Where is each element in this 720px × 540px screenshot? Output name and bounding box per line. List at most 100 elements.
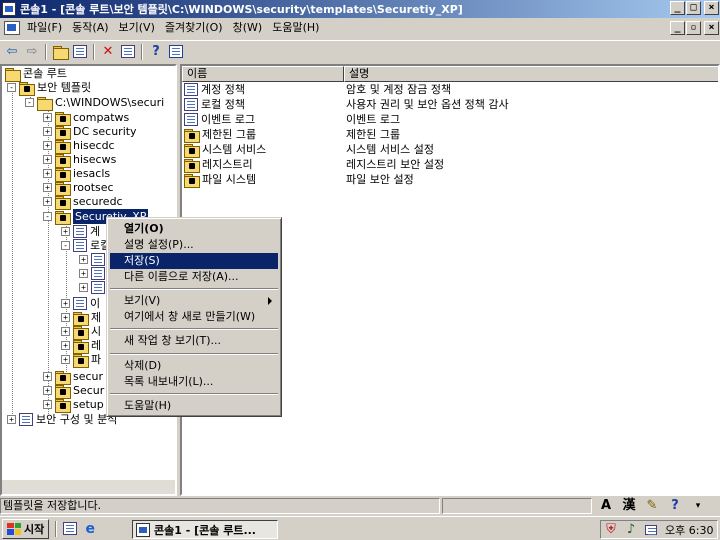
expand-toggle[interactable]: + bbox=[61, 299, 70, 308]
menu-item-save[interactable]: 저장(S) bbox=[110, 253, 278, 269]
expand-toggle[interactable]: + bbox=[43, 386, 52, 395]
tree-item-template[interactable]: + compatws bbox=[43, 110, 129, 126]
expand-toggle[interactable]: + bbox=[61, 341, 70, 350]
network-icon[interactable] bbox=[641, 521, 661, 539]
show-desktop-icon[interactable] bbox=[60, 520, 80, 538]
expand-toggle[interactable]: + bbox=[43, 155, 52, 164]
list-item[interactable]: 로컬 정책 bbox=[184, 97, 245, 112]
tree-item-grandchild[interactable]: + bbox=[79, 280, 108, 295]
start-button[interactable]: 시작 bbox=[2, 518, 50, 539]
menu-item-export-list[interactable]: 목록 내보내기(L)... bbox=[110, 374, 278, 390]
tree-item-child[interactable]: - 로컬 bbox=[61, 238, 110, 253]
menu-item-save-as[interactable]: 다른 이름으로 저장(A)... bbox=[110, 269, 278, 285]
minimize-button[interactable]: _ bbox=[670, 1, 685, 15]
properties-icon[interactable] bbox=[118, 43, 138, 61]
expand-toggle[interactable]: + bbox=[79, 255, 88, 264]
tree-item-template[interactable]: + securedc bbox=[43, 194, 123, 210]
tree-item-template[interactable]: + hisecdc bbox=[43, 138, 115, 154]
tree-horizontal-scrollbar[interactable] bbox=[2, 480, 175, 494]
collapse-toggle[interactable]: - bbox=[43, 212, 52, 221]
tree-item-child[interactable]: + 제 bbox=[61, 310, 101, 326]
inner-restore-button[interactable]: ▫ bbox=[686, 21, 701, 35]
list-item[interactable]: 제한된 그룹 bbox=[184, 127, 256, 143]
tree-item-grandchild[interactable]: + bbox=[79, 266, 108, 281]
back-icon[interactable]: ⇦ bbox=[2, 43, 22, 61]
menu-item-open[interactable]: 열기(O) bbox=[110, 221, 278, 237]
tree-item-console-root[interactable]: 콘솔 루트 bbox=[5, 66, 67, 82]
delete-icon[interactable]: ✕ bbox=[98, 43, 118, 61]
tree-item-template[interactable]: + setup bbox=[43, 397, 104, 413]
inner-minimize-button[interactable]: _ bbox=[670, 21, 685, 35]
expand-toggle[interactable]: + bbox=[43, 400, 52, 409]
tree-item-template[interactable]: + iesacls bbox=[43, 166, 110, 182]
tree-item-template[interactable]: + hisecws bbox=[43, 152, 116, 168]
column-header-description[interactable]: 설명 bbox=[344, 66, 718, 82]
internet-explorer-icon[interactable]: e bbox=[80, 520, 100, 538]
up-folder-icon[interactable] bbox=[50, 43, 70, 61]
tree-item-path[interactable]: - C:\WINDOWS\securi bbox=[25, 95, 164, 111]
tree-item-child[interactable]: + 시 bbox=[61, 324, 101, 340]
menu-item-delete[interactable]: 삭제(D) bbox=[110, 358, 278, 374]
taskbar-console-button[interactable]: 콘솔1 - [콘솔 루트... bbox=[132, 520, 278, 539]
list-item[interactable]: 계정 정책 bbox=[184, 82, 245, 97]
tree-item-template[interactable]: + Secur bbox=[43, 383, 104, 399]
title-bar[interactable]: 콘솔1 - [콘솔 루트\보안 템플릿\C:\WINDOWS\security\… bbox=[0, 0, 720, 18]
maximize-button[interactable]: □ bbox=[686, 1, 701, 15]
forward-icon[interactable]: ⇨ bbox=[22, 43, 42, 61]
menu-help[interactable]: 도움말(H) bbox=[267, 19, 324, 37]
collapse-toggle[interactable]: - bbox=[7, 83, 16, 92]
expand-toggle[interactable]: + bbox=[61, 227, 70, 236]
expand-toggle[interactable]: + bbox=[43, 183, 52, 192]
tree-item-child[interactable]: + 레 bbox=[61, 338, 101, 354]
tree-item-grandchild[interactable]: + bbox=[79, 252, 108, 267]
list-item[interactable]: 레지스트리 bbox=[184, 157, 253, 173]
menu-item-new-taskpad[interactable]: 새 작업 창 보기(T)... bbox=[110, 333, 278, 349]
menu-action[interactable]: 동작(A) bbox=[67, 19, 113, 37]
expand-toggle[interactable]: + bbox=[43, 141, 52, 150]
ime-menu-icon[interactable]: ▾ bbox=[688, 498, 708, 515]
ime-hanja-button[interactable]: 漢 bbox=[619, 498, 639, 515]
tree-item-child[interactable]: + 계 bbox=[61, 224, 100, 239]
ime-mode-button[interactable]: A bbox=[596, 498, 616, 515]
clock[interactable]: 오후 6:30 bbox=[665, 522, 713, 538]
ime-help-icon[interactable]: ? bbox=[665, 498, 685, 515]
expand-toggle[interactable]: + bbox=[43, 127, 52, 136]
tree-item-template[interactable]: + secur bbox=[43, 369, 103, 385]
menu-item-set-description[interactable]: 설명 설정(P)... bbox=[110, 237, 278, 253]
list-item[interactable]: 시스템 서비스 bbox=[184, 142, 266, 158]
tree-item-template[interactable]: + rootsec bbox=[43, 180, 114, 196]
menu-item-new-window[interactable]: 여기에서 창 새로 만들기(W) bbox=[110, 309, 278, 325]
column-header-name[interactable]: 이름 bbox=[182, 66, 344, 82]
expand-toggle[interactable]: + bbox=[79, 283, 88, 292]
ime-pad-icon[interactable]: ✎ bbox=[642, 498, 662, 515]
tree-item-analysis[interactable]: + 보안 구성 및 분석 bbox=[7, 412, 117, 427]
close-button[interactable]: × bbox=[704, 1, 719, 15]
expand-toggle[interactable]: + bbox=[61, 327, 70, 336]
expand-toggle[interactable]: + bbox=[79, 269, 88, 278]
menu-favorites[interactable]: 즐겨찾기(O) bbox=[160, 19, 228, 37]
collapse-toggle[interactable]: - bbox=[61, 241, 70, 250]
list-item[interactable]: 파일 시스템 bbox=[184, 172, 256, 188]
menu-file[interactable]: 파일(F) bbox=[22, 19, 67, 37]
expand-toggle[interactable]: + bbox=[43, 169, 52, 178]
tree-item-child[interactable]: + 파 bbox=[61, 352, 101, 368]
expand-toggle[interactable]: + bbox=[61, 313, 70, 322]
tree-item-templates[interactable]: - 보안 템플릿 bbox=[7, 80, 91, 96]
expand-toggle[interactable]: + bbox=[7, 415, 16, 424]
menu-window[interactable]: 창(W) bbox=[228, 19, 268, 37]
menu-item-help[interactable]: 도움말(H) bbox=[110, 398, 278, 414]
document-icon[interactable] bbox=[4, 21, 20, 35]
tree-item-child[interactable]: + 이 bbox=[61, 296, 100, 311]
expand-toggle[interactable]: + bbox=[43, 372, 52, 381]
menu-view[interactable]: 보기(V) bbox=[114, 19, 160, 37]
list-item[interactable]: 이벤트 로그 bbox=[184, 112, 255, 127]
help-icon[interactable]: ? bbox=[146, 43, 166, 61]
expand-toggle[interactable]: + bbox=[43, 113, 52, 122]
speaker-icon[interactable]: ♪ bbox=[621, 521, 641, 539]
console-icon[interactable] bbox=[166, 43, 186, 61]
tree-item-template[interactable]: + DC security bbox=[43, 124, 137, 140]
menu-item-view[interactable]: 보기(V) bbox=[110, 293, 278, 309]
expand-toggle[interactable]: + bbox=[61, 355, 70, 364]
collapse-toggle[interactable]: - bbox=[25, 98, 34, 107]
expand-toggle[interactable]: + bbox=[43, 197, 52, 206]
